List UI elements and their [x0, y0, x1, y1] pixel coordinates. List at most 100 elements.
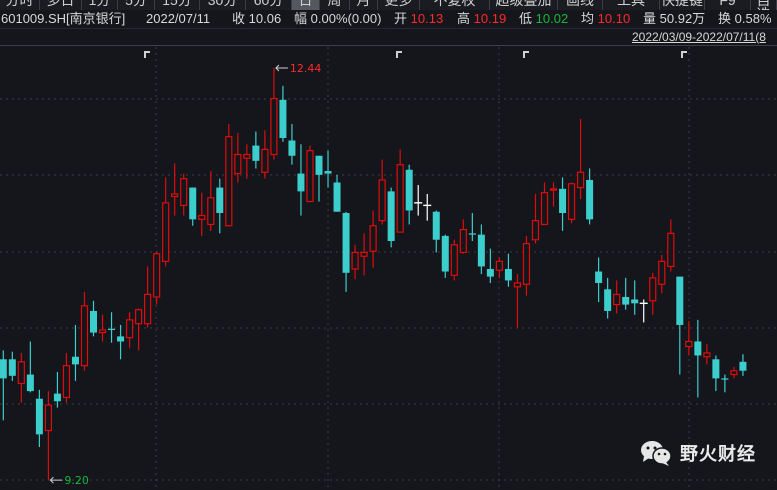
tab-7[interactable]: 日: [292, 0, 320, 10]
candle-body-down: [712, 359, 720, 379]
candle-body-up: [513, 282, 522, 288]
tab-9[interactable]: 月: [350, 0, 378, 10]
period-marker-icon: [681, 51, 687, 58]
tab-15[interactable]: 快捷键: [660, 0, 705, 10]
tab-1[interactable]: 多日: [40, 0, 82, 10]
candle-body-up: [531, 220, 540, 241]
candle-body-down: [90, 310, 97, 333]
candle-body-up: [243, 153, 251, 159]
candle-body-up: [459, 228, 467, 254]
date-range-link[interactable]: 2022/03/09-2022/07/11(8: [632, 30, 766, 45]
candle-body-up: [450, 244, 458, 276]
tab-label: 60分: [253, 0, 284, 8]
candle-body-up: [522, 242, 531, 285]
open-price: 开 10.13: [394, 11, 444, 26]
candle-body-up: [270, 97, 278, 156]
change-percent: 幅 0.00%(0.00): [294, 11, 382, 26]
candle-body-up: [162, 202, 170, 262]
candle-body-down: [468, 233, 476, 235]
high-price: 高 10.19: [457, 11, 507, 26]
candle-body-down: [622, 296, 630, 305]
tab-5[interactable]: 30分: [200, 0, 246, 10]
candle-body-down: [387, 191, 395, 241]
candle-body-down: [297, 173, 305, 192]
candle-body-down: [324, 171, 332, 174]
tab-label: F9: [719, 0, 736, 8]
candle-body-up: [685, 340, 693, 348]
candle-body-up: [198, 214, 206, 220]
tab-11[interactable]: 不复权: [420, 0, 490, 10]
tab-16[interactable]: F9: [705, 0, 751, 10]
candle-body-down: [108, 328, 116, 331]
candle-body-down: [53, 393, 61, 402]
candle-body-down: [342, 213, 350, 273]
tab-label: 更多: [384, 0, 413, 8]
tab-label: 画线: [566, 0, 594, 8]
candle-body-up: [80, 305, 89, 367]
candle-body-down: [721, 378, 729, 380]
candle-body-down: [441, 235, 449, 272]
tab-4[interactable]: 15分: [155, 0, 200, 10]
candle-body-up: [125, 319, 134, 339]
candle-body-up: [495, 260, 503, 271]
candle-body-up: [135, 309, 143, 325]
candle-body-up: [649, 277, 657, 302]
stock-symbol: 601009.SH[南京银行]: [1, 11, 126, 26]
candle-body-down: [288, 140, 296, 156]
candle-body-up: [730, 370, 738, 376]
candle-body-up: [153, 253, 161, 298]
candle-body-up: [144, 293, 152, 325]
candle-body-up: [576, 171, 585, 189]
tab-13[interactable]: 画线: [558, 0, 603, 10]
candle-body-up: [396, 164, 404, 233]
candle-body-down: [405, 169, 413, 211]
tab-6[interactable]: 60分: [246, 0, 292, 10]
max-price-label: 12.44: [290, 62, 322, 75]
candle-body-up: [98, 329, 107, 334]
period-tab-bar: 分时 多日 1分 5分 15分 30分 60分 日 周 月 更多 不复权 超级叠加 画线 工具 快捷键 F9 自选: [0, 0, 777, 10]
tab-label: 分时: [5, 0, 34, 8]
candle-body-up: [540, 192, 549, 226]
candle-body-down: [676, 276, 684, 325]
candle-body-down: [694, 341, 702, 356]
candle-body-up: [17, 361, 25, 385]
candle-body-up: [207, 197, 215, 226]
tab-2[interactable]: 1分: [82, 0, 118, 10]
candle-body-down: [432, 211, 440, 240]
tab-10[interactable]: 更多: [378, 0, 420, 10]
candlestick-chart[interactable]: 12.44 9.20: [0, 47, 777, 490]
candle-body-down: [71, 356, 79, 365]
candle-body-up: [667, 232, 675, 268]
candle-body-down: [117, 336, 125, 342]
low-price: 低 10.02: [519, 11, 569, 26]
candle-body-up: [567, 183, 576, 220]
candle-body-down: [595, 271, 603, 283]
candle-body-down: [26, 374, 34, 392]
tab-label: 不复权: [433, 0, 476, 8]
tab-label: 快捷键: [661, 0, 703, 8]
candle-body-up: [306, 150, 314, 203]
candle-body-up: [658, 260, 666, 285]
tab-label: 月: [356, 0, 371, 8]
candle-body-down: [279, 99, 287, 138]
candle-body-down: [0, 359, 7, 379]
candle-body-up: [171, 193, 179, 198]
tab-3[interactable]: 5分: [118, 0, 155, 10]
tab-17[interactable]: 自选: [751, 0, 777, 10]
candle-body-up: [62, 365, 71, 399]
tab-label: 周: [327, 0, 342, 8]
candle-body-down: [486, 268, 494, 277]
wechat-icon: [641, 441, 672, 466]
tab-8[interactable]: 周: [320, 0, 350, 10]
candle-body-up: [225, 136, 233, 227]
candle-body-up: [360, 251, 368, 257]
tab-label: 自选: [756, 0, 771, 10]
quote-info-bar: 601009.SH[南京银行] 2022/07/11 收 10.06 幅 0.0…: [0, 10, 777, 28]
tab-0[interactable]: 分时: [0, 0, 40, 10]
tab-12[interactable]: 超级叠加: [490, 0, 558, 10]
period-marker-icon: [523, 51, 529, 58]
candle-body-up: [703, 352, 711, 358]
tab-14[interactable]: 工具: [603, 0, 660, 10]
candle-body-down: [8, 359, 16, 376]
watermark: 野火财经: [640, 440, 756, 466]
